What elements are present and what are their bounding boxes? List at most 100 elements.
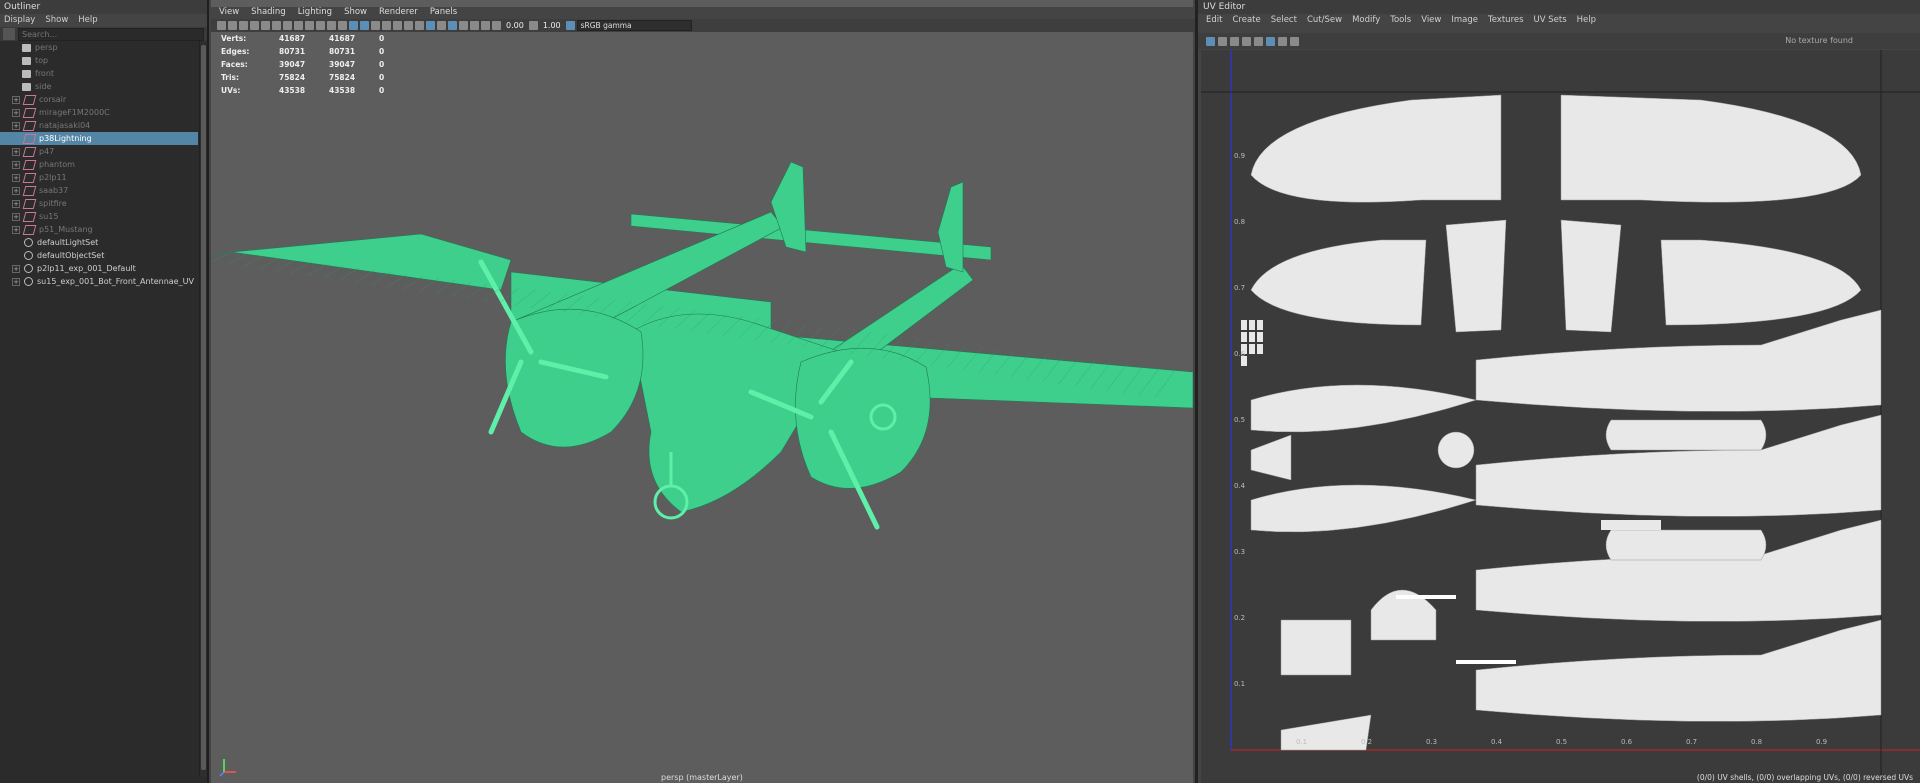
field-chart-icon[interactable] xyxy=(327,21,336,30)
2d-pan-icon[interactable] xyxy=(261,21,270,30)
uv-menu-view[interactable]: View xyxy=(1421,14,1441,27)
safe-action-icon[interactable] xyxy=(338,21,347,30)
expand-icon[interactable]: + xyxy=(12,108,20,117)
outliner-item[interactable]: + corsair xyxy=(0,93,198,106)
outliner-search-input[interactable] xyxy=(18,27,204,41)
exposure-field[interactable]: 0.00 xyxy=(506,21,524,30)
film-gate-icon[interactable] xyxy=(294,21,303,30)
expand-icon[interactable]: + xyxy=(12,95,20,104)
uv-menu-select[interactable]: Select xyxy=(1271,14,1297,27)
grid-icon[interactable] xyxy=(283,21,292,30)
textured-icon[interactable] xyxy=(382,21,391,30)
gamma-field[interactable]: 1.00 xyxy=(543,21,561,30)
outliner-menu-help[interactable]: Help xyxy=(78,14,97,27)
outliner-item[interactable]: defaultObjectSet xyxy=(0,249,198,262)
uv-snap-icon[interactable] xyxy=(1266,36,1275,46)
antialias-icon[interactable] xyxy=(470,21,479,30)
uv-menu-edit[interactable]: Edit xyxy=(1206,14,1222,27)
outliner-menu-display[interactable]: Display xyxy=(4,14,35,27)
gate-mask-icon[interactable] xyxy=(316,21,325,30)
outliner-item[interactable]: top xyxy=(0,54,198,67)
outliner-menu-show[interactable]: Show xyxy=(45,14,68,27)
viewport-panel[interactable]: View Shading Lighting Show Renderer Pane… xyxy=(211,0,1201,783)
uv-menu-create[interactable]: Create xyxy=(1232,14,1260,27)
isolate-select-icon[interactable] xyxy=(448,21,457,30)
viewport-menu-view[interactable]: View xyxy=(219,7,239,19)
expand-icon[interactable]: + xyxy=(12,186,20,195)
uv-canvas[interactable]: 0.1 0.2 0.3 0.4 0.5 0.6 0.7 0.8 0.9 0.9 0.8 0.7 0.6 0… xyxy=(1201,50,1920,783)
color-space-dropdown[interactable]: sRGB gamma xyxy=(576,20,692,31)
expand-icon[interactable]: + xyxy=(12,160,20,169)
outliner-item[interactable]: front xyxy=(0,67,198,80)
expand-icon[interactable]: + xyxy=(12,121,20,130)
outliner-item[interactable]: persp xyxy=(0,41,198,54)
exposure-icon[interactable] xyxy=(492,21,501,30)
smooth-shade-icon[interactable] xyxy=(360,21,369,30)
xray-joints-icon[interactable] xyxy=(437,21,446,30)
resolution-gate-icon[interactable] xyxy=(305,21,314,30)
uv-menu-image[interactable]: Image xyxy=(1451,14,1478,27)
uv-distortion-icon[interactable] xyxy=(1218,36,1227,46)
viewport-menu-lighting[interactable]: Lighting xyxy=(298,7,332,19)
uv-menu-modify[interactable]: Modify xyxy=(1352,14,1380,27)
uv-shaded-icon[interactable] xyxy=(1206,36,1215,46)
default-material-icon[interactable] xyxy=(371,21,380,30)
viewport-menu-panels[interactable]: Panels xyxy=(430,7,457,19)
outliner-item[interactable]: + p2lp11 xyxy=(0,171,198,184)
bookmark-icon[interactable] xyxy=(239,21,248,30)
select-camera-icon[interactable] xyxy=(217,21,226,30)
camera-attributes-icon[interactable] xyxy=(228,21,237,30)
outliner-item[interactable]: + su15_exp_001_Bot_Front_Antennae_UV xyxy=(0,275,198,288)
outliner-item[interactable]: + p47 xyxy=(0,145,198,158)
viewport-menu-renderer[interactable]: Renderer xyxy=(379,7,418,19)
expand-icon[interactable]: + xyxy=(12,147,20,156)
uv-menu-textures[interactable]: Textures xyxy=(1488,14,1524,27)
outliner-item[interactable]: + su15 xyxy=(0,210,198,223)
outliner-scrollbar[interactable] xyxy=(199,41,207,776)
outliner-item[interactable]: + spitfire xyxy=(0,197,198,210)
expand-icon[interactable]: + xyxy=(12,225,20,234)
uv-tick-v: 0.1 xyxy=(1234,680,1245,688)
gamma-icon[interactable] xyxy=(528,21,538,30)
outliner-item[interactable]: + mirageF1M2000C xyxy=(0,106,198,119)
outliner-item[interactable]: side xyxy=(0,80,198,93)
uv-image-icon[interactable] xyxy=(1290,36,1299,46)
uv-menu-tools[interactable]: Tools xyxy=(1390,14,1411,27)
outliner-item[interactable]: + phantom xyxy=(0,158,198,171)
uv-grid-icon[interactable] xyxy=(1254,36,1263,46)
uv-checker-icon[interactable] xyxy=(1230,36,1239,46)
scrollbar-thumb[interactable] xyxy=(201,45,206,770)
expand-icon[interactable]: + xyxy=(12,199,20,208)
grease-pencil-icon[interactable] xyxy=(272,21,281,30)
image-plane-icon[interactable] xyxy=(250,21,259,30)
xray-icon[interactable] xyxy=(426,21,435,30)
search-options-icon[interactable] xyxy=(3,28,15,40)
viewport-menu-show[interactable]: Show xyxy=(344,7,367,19)
motion-blur-icon[interactable] xyxy=(459,21,468,30)
ambient-occlusion-icon[interactable] xyxy=(415,21,424,30)
color-management-icon[interactable] xyxy=(565,21,575,30)
expand-icon[interactable]: + xyxy=(12,277,20,286)
outliner-item[interactable]: defaultLightSet xyxy=(0,236,198,249)
depth-of-field-icon[interactable] xyxy=(481,21,490,30)
uv-menu-cutsew[interactable]: Cut/Sew xyxy=(1307,14,1342,27)
shadows-icon[interactable] xyxy=(404,21,413,30)
p38-lightning-wireframe[interactable] xyxy=(211,32,1193,783)
transform-group-icon xyxy=(22,211,37,222)
expand-icon[interactable]: + xyxy=(12,264,20,273)
viewport-menu-shading[interactable]: Shading xyxy=(251,7,286,19)
expand-icon[interactable]: + xyxy=(12,173,20,182)
uv-filter-icon[interactable] xyxy=(1278,36,1287,46)
outliner-item[interactable]: + saab37 xyxy=(0,184,198,197)
outliner-item[interactable]: + p2lp11_exp_001_Default xyxy=(0,262,198,275)
wireframe-panel xyxy=(795,347,931,489)
uv-menu-help[interactable]: Help xyxy=(1577,14,1596,27)
outliner-item[interactable]: p38Lightning xyxy=(0,132,198,145)
lights-icon[interactable] xyxy=(393,21,402,30)
uv-borders-icon[interactable] xyxy=(1242,36,1251,46)
uv-menu-uvsets[interactable]: UV Sets xyxy=(1534,14,1567,27)
expand-icon[interactable]: + xyxy=(12,212,20,221)
wireframe-icon[interactable] xyxy=(349,21,358,30)
outliner-item[interactable]: + natajasaki04 xyxy=(0,119,198,132)
outliner-item[interactable]: + p51_Mustang xyxy=(0,223,198,236)
